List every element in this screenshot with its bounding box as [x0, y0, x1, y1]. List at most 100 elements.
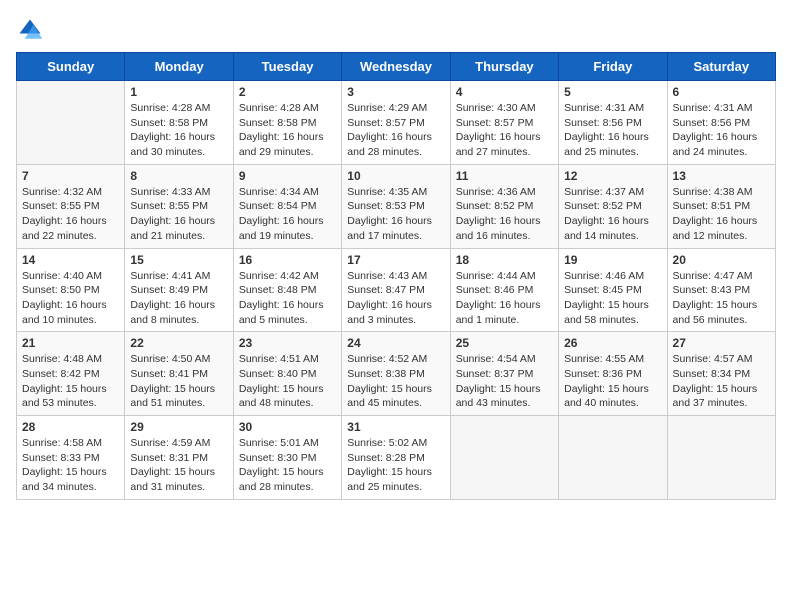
calendar-header-row: SundayMondayTuesdayWednesdayThursdayFrid…	[17, 53, 776, 81]
calendar-cell: 12 Sunrise: 4:37 AMSunset: 8:52 PMDayligh…	[559, 164, 667, 248]
day-number: 27	[673, 336, 770, 350]
calendar-cell: 5Sunrise: 4:31 AMSunset: 8:56 PMDaylight…	[559, 81, 667, 165]
cell-content: Sunrise: 4:55 AMSunset: 8:36 PMDaylight:…	[564, 352, 661, 411]
day-number: 22	[130, 336, 227, 350]
day-number: 8	[130, 169, 227, 183]
logo-icon	[16, 16, 44, 44]
cell-content: Sunrise: 5:02 AMSunset: 8:28 PMDaylight:…	[347, 436, 444, 495]
cell-content: Sunrise: 5:01 AMSunset: 8:30 PMDaylight:…	[239, 436, 336, 495]
calendar-cell: 7 Sunrise: 4:32 AMSunset: 8:55 PMDaylight…	[17, 164, 125, 248]
day-number: 21	[22, 336, 119, 350]
cell-content: Sunrise: 4:32 AMSunset: 8:55 PMDaylight:…	[22, 185, 119, 244]
calendar-cell: 3Sunrise: 4:29 AMSunset: 8:57 PMDaylight…	[342, 81, 450, 165]
day-number: 4	[456, 85, 553, 99]
cell-content: Sunrise: 4:42 AMSunset: 8:48 PMDaylight:…	[239, 269, 336, 328]
calendar-week-row: 21 Sunrise: 4:48 AMSunset: 8:42 PMDayligh…	[17, 332, 776, 416]
cell-content: Sunrise: 4:52 AMSunset: 8:38 PMDaylight:…	[347, 352, 444, 411]
day-number: 14	[22, 253, 119, 267]
cell-content: Sunrise: 4:48 AMSunset: 8:42 PMDaylight:…	[22, 352, 119, 411]
calendar-cell: 28 Sunrise: 4:58 AMSunset: 8:33 PMDayligh…	[17, 416, 125, 500]
cell-content: Sunrise: 4:54 AMSunset: 8:37 PMDaylight:…	[456, 352, 553, 411]
day-number: 26	[564, 336, 661, 350]
calendar-cell: 21 Sunrise: 4:48 AMSunset: 8:42 PMDayligh…	[17, 332, 125, 416]
calendar-cell: 17Sunrise: 4:43 AMSunset: 8:47 PMDayligh…	[342, 248, 450, 332]
weekday-header: Friday	[559, 53, 667, 81]
day-number: 12	[564, 169, 661, 183]
calendar-cell: 24 Sunrise: 4:52 AMSunset: 8:38 PMDayligh…	[342, 332, 450, 416]
cell-content: Sunrise: 4:37 AMSunset: 8:52 PMDaylight:…	[564, 185, 661, 244]
day-number: 17	[347, 253, 444, 267]
day-number: 18	[456, 253, 553, 267]
day-number: 24	[347, 336, 444, 350]
cell-content: Sunrise: 4:46 AMSunset: 8:45 PMDaylight:…	[564, 269, 661, 328]
calendar-cell: 19 Sunrise: 4:46 AMSunset: 8:45 PMDayligh…	[559, 248, 667, 332]
calendar-cell: 4 Sunrise: 4:30 AMSunset: 8:57 PMDaylight…	[450, 81, 558, 165]
calendar-cell: 13 Sunrise: 4:38 AMSunset: 8:51 PMDayligh…	[667, 164, 775, 248]
calendar-cell: 8 Sunrise: 4:33 AMSunset: 8:55 PMDaylight…	[125, 164, 233, 248]
weekday-header: Thursday	[450, 53, 558, 81]
logo	[16, 16, 48, 44]
calendar-week-row: 28 Sunrise: 4:58 AMSunset: 8:33 PMDayligh…	[17, 416, 776, 500]
calendar-cell	[667, 416, 775, 500]
calendar-cell: 25 Sunrise: 4:54 AMSunset: 8:37 PMDayligh…	[450, 332, 558, 416]
day-number: 3	[347, 85, 444, 99]
calendar-cell	[450, 416, 558, 500]
day-number: 31	[347, 420, 444, 434]
calendar-cell: 30 Sunrise: 5:01 AMSunset: 8:30 PMDayligh…	[233, 416, 341, 500]
calendar-cell: 20Sunrise: 4:47 AMSunset: 8:43 PMDayligh…	[667, 248, 775, 332]
cell-content: Sunrise: 4:40 AMSunset: 8:50 PMDaylight:…	[22, 269, 119, 328]
day-number: 30	[239, 420, 336, 434]
cell-content: Sunrise: 4:59 AMSunset: 8:31 PMDaylight:…	[130, 436, 227, 495]
calendar-cell: 11Sunrise: 4:36 AMSunset: 8:52 PMDayligh…	[450, 164, 558, 248]
cell-content: Sunrise: 4:50 AMSunset: 8:41 PMDaylight:…	[130, 352, 227, 411]
day-number: 9	[239, 169, 336, 183]
calendar-cell: 1Sunrise: 4:28 AMSunset: 8:58 PMDaylight…	[125, 81, 233, 165]
calendar-cell: 18 Sunrise: 4:44 AMSunset: 8:46 PMDayligh…	[450, 248, 558, 332]
weekday-header: Monday	[125, 53, 233, 81]
calendar-cell: 10Sunrise: 4:35 AMSunset: 8:53 PMDayligh…	[342, 164, 450, 248]
page-header	[16, 16, 776, 44]
weekday-header: Saturday	[667, 53, 775, 81]
cell-content: Sunrise: 4:36 AMSunset: 8:52 PMDaylight:…	[456, 185, 553, 244]
cell-content: Sunrise: 4:28 AMSunset: 8:58 PMDaylight:…	[239, 101, 336, 160]
cell-content: Sunrise: 4:31 AMSunset: 8:56 PMDaylight:…	[564, 101, 661, 160]
cell-content: Sunrise: 4:31 AMSunset: 8:56 PMDaylight:…	[673, 101, 770, 160]
calendar-week-row: 14 Sunrise: 4:40 AMSunset: 8:50 PMDayligh…	[17, 248, 776, 332]
calendar-cell	[559, 416, 667, 500]
cell-content: Sunrise: 4:44 AMSunset: 8:46 PMDaylight:…	[456, 269, 553, 328]
calendar-cell: 15 Sunrise: 4:41 AMSunset: 8:49 PMDayligh…	[125, 248, 233, 332]
cell-content: Sunrise: 4:35 AMSunset: 8:53 PMDaylight:…	[347, 185, 444, 244]
cell-content: Sunrise: 4:33 AMSunset: 8:55 PMDaylight:…	[130, 185, 227, 244]
day-number: 13	[673, 169, 770, 183]
calendar-cell: 27Sunrise: 4:57 AMSunset: 8:34 PMDayligh…	[667, 332, 775, 416]
day-number: 29	[130, 420, 227, 434]
day-number: 20	[673, 253, 770, 267]
day-number: 16	[239, 253, 336, 267]
day-number: 19	[564, 253, 661, 267]
calendar-cell: 22 Sunrise: 4:50 AMSunset: 8:41 PMDayligh…	[125, 332, 233, 416]
weekday-header: Wednesday	[342, 53, 450, 81]
calendar-cell: 31 Sunrise: 5:02 AMSunset: 8:28 PMDayligh…	[342, 416, 450, 500]
cell-content: Sunrise: 4:41 AMSunset: 8:49 PMDaylight:…	[130, 269, 227, 328]
calendar-cell: 16 Sunrise: 4:42 AMSunset: 8:48 PMDayligh…	[233, 248, 341, 332]
day-number: 25	[456, 336, 553, 350]
calendar-cell: 2 Sunrise: 4:28 AMSunset: 8:58 PMDaylight…	[233, 81, 341, 165]
day-number: 28	[22, 420, 119, 434]
weekday-header: Sunday	[17, 53, 125, 81]
calendar-table: SundayMondayTuesdayWednesdayThursdayFrid…	[16, 52, 776, 500]
day-number: 7	[22, 169, 119, 183]
calendar-cell: 6Sunrise: 4:31 AMSunset: 8:56 PMDaylight…	[667, 81, 775, 165]
cell-content: Sunrise: 4:34 AMSunset: 8:54 PMDaylight:…	[239, 185, 336, 244]
calendar-cell	[17, 81, 125, 165]
calendar-week-row: 7 Sunrise: 4:32 AMSunset: 8:55 PMDaylight…	[17, 164, 776, 248]
cell-content: Sunrise: 4:30 AMSunset: 8:57 PMDaylight:…	[456, 101, 553, 160]
cell-content: Sunrise: 4:28 AMSunset: 8:58 PMDaylight:…	[130, 101, 227, 160]
weekday-header: Tuesday	[233, 53, 341, 81]
cell-content: Sunrise: 4:58 AMSunset: 8:33 PMDaylight:…	[22, 436, 119, 495]
day-number: 15	[130, 253, 227, 267]
cell-content: Sunrise: 4:51 AMSunset: 8:40 PMDaylight:…	[239, 352, 336, 411]
calendar-cell: 26 Sunrise: 4:55 AMSunset: 8:36 PMDayligh…	[559, 332, 667, 416]
day-number: 2	[239, 85, 336, 99]
calendar-cell: 23Sunrise: 4:51 AMSunset: 8:40 PMDayligh…	[233, 332, 341, 416]
cell-content: Sunrise: 4:38 AMSunset: 8:51 PMDaylight:…	[673, 185, 770, 244]
